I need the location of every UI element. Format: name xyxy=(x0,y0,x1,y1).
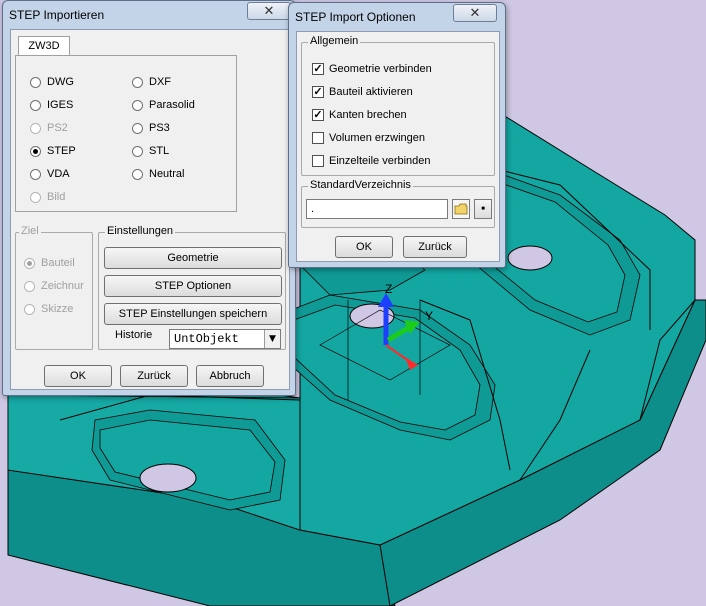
radio-dot xyxy=(30,191,41,203)
standard-directory-input[interactable]: . xyxy=(306,199,448,219)
settings-group-label: Einstellungen xyxy=(105,225,176,237)
standard-directory-group: StandardVerzeichnis . ■ xyxy=(301,179,495,228)
close-button[interactable]: ✕ xyxy=(453,4,497,22)
geometry-button[interactable]: Geometrie xyxy=(104,247,282,269)
dot-button[interactable]: ■ xyxy=(474,199,492,219)
check-icon: ✓ xyxy=(312,63,324,75)
checkbox-activate-part[interactable]: ✓ Bauteil aktivieren xyxy=(312,84,413,100)
target-group: Ziel Bauteil Zeichnur Skizze xyxy=(15,225,93,350)
save-step-settings-button[interactable]: STEP Einstellungen speichern xyxy=(104,303,282,325)
close-icon: ✕ xyxy=(469,5,481,20)
dialog-title: STEP Import Optionen xyxy=(295,10,416,24)
settings-group: Einstellungen Geometrie STEP Optionen ST… xyxy=(98,225,286,350)
radio-dot xyxy=(30,145,41,157)
step-import-dialog: STEP Importieren ✕ ZW3D DWG DXF IGES Par… xyxy=(2,0,296,396)
general-group-label: Allgemein xyxy=(308,35,361,47)
checkbox-box xyxy=(312,155,324,167)
hole xyxy=(507,245,553,271)
radio-dot xyxy=(30,168,41,180)
step-import-options-dialog: STEP Import Optionen ✕ Allgemein ✓ Geomet… xyxy=(288,2,506,268)
format-radio-iges[interactable]: IGES xyxy=(30,97,73,113)
titlebar[interactable]: STEP Import Optionen ✕ xyxy=(289,3,505,31)
ok-button[interactable]: OK xyxy=(335,236,393,258)
check-icon: ✓ xyxy=(312,109,324,121)
titlebar[interactable]: STEP Importieren ✕ xyxy=(3,1,295,29)
dialog-title: STEP Importieren xyxy=(9,8,105,22)
format-panel: DWG DXF IGES Parasolid PS2 PS3 STEP STL … xyxy=(15,55,237,212)
axis-label-z: Z xyxy=(385,282,392,296)
tab-zw3d[interactable]: ZW3D xyxy=(18,36,70,56)
radio-dot xyxy=(132,99,143,111)
radio-dot xyxy=(30,122,41,134)
history-select[interactable]: UntObjekt ▼ xyxy=(169,329,281,349)
target-radio-zeichnung: Zeichnur xyxy=(24,278,85,294)
target-radio-bauteil: Bauteil xyxy=(24,255,75,271)
format-radio-parasolid[interactable]: Parasolid xyxy=(132,97,195,113)
format-radio-ps3[interactable]: PS3 xyxy=(132,120,170,136)
back-button[interactable]: Zurück xyxy=(120,365,188,387)
format-radio-bild: Bild xyxy=(30,189,65,205)
ok-button[interactable]: OK xyxy=(44,365,112,387)
radio-dot xyxy=(24,257,35,269)
checkbox-box xyxy=(312,132,324,144)
format-radio-vda[interactable]: VDA xyxy=(30,166,70,182)
checkbox-merge-parts[interactable]: Einzelteile verbinden xyxy=(312,153,431,169)
radio-dot xyxy=(24,280,35,292)
format-radio-dxf[interactable]: DXF xyxy=(132,74,171,90)
cancel-button[interactable]: Abbruch xyxy=(196,365,264,387)
checkbox-force-volume[interactable]: Volumen erzwingen xyxy=(312,130,425,146)
format-radio-stl[interactable]: STL xyxy=(132,143,169,159)
radio-dot xyxy=(132,76,143,88)
checkbox-merge-geometry[interactable]: ✓ Geometrie verbinden xyxy=(312,61,432,77)
radio-dot xyxy=(132,168,143,180)
chevron-down-icon[interactable]: ▼ xyxy=(264,330,280,348)
check-icon: ✓ xyxy=(312,86,324,98)
dialog-body: Allgemein ✓ Geometrie verbinden ✓ Bauteil … xyxy=(296,31,500,262)
radio-dot xyxy=(132,145,143,157)
close-icon: ✕ xyxy=(263,3,275,18)
format-radio-step[interactable]: STEP xyxy=(30,143,76,159)
browse-folder-button[interactable] xyxy=(452,199,470,219)
format-radio-ps2: PS2 xyxy=(30,120,68,136)
checkbox-break-edges[interactable]: ✓ Kanten brechen xyxy=(312,107,407,123)
format-radio-neutral[interactable]: Neutral xyxy=(132,166,184,182)
target-group-label: Ziel xyxy=(19,225,41,237)
standard-directory-label: StandardVerzeichnis xyxy=(308,179,413,191)
general-group: Allgemein ✓ Geometrie verbinden ✓ Bauteil … xyxy=(301,35,495,176)
axis-label-y: Y xyxy=(425,309,433,323)
history-value: UntObjekt xyxy=(174,332,239,346)
radio-dot xyxy=(132,122,143,134)
hole xyxy=(139,463,197,493)
square-icon: ■ xyxy=(481,206,485,212)
history-label: Historie xyxy=(115,329,153,341)
step-options-button[interactable]: STEP Optionen xyxy=(104,275,282,297)
radio-dot xyxy=(30,76,41,88)
close-button[interactable]: ✕ xyxy=(247,2,291,20)
radio-dot xyxy=(24,303,35,315)
back-button[interactable]: Zurück xyxy=(403,236,467,258)
radio-dot xyxy=(30,99,41,111)
format-radio-dwg[interactable]: DWG xyxy=(30,74,74,90)
folder-icon xyxy=(454,203,468,215)
dialog-body: ZW3D DWG DXF IGES Parasolid PS2 PS3 STEP… xyxy=(10,29,290,390)
target-radio-skizze: Skizze xyxy=(24,301,73,317)
